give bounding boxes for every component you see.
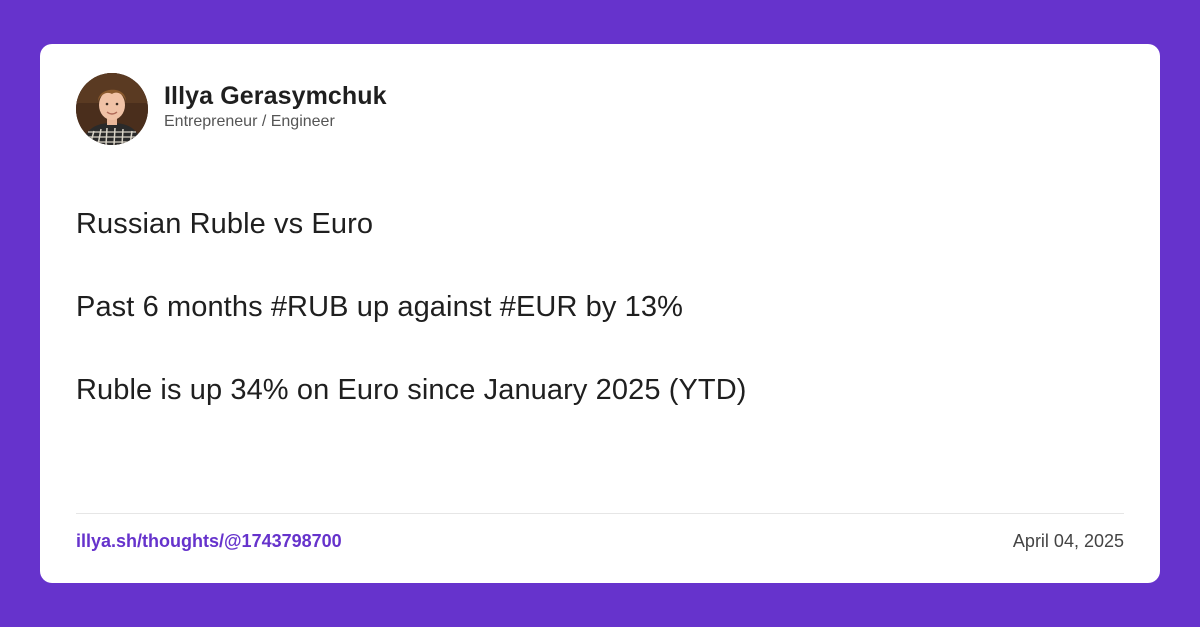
post-line: Ruble is up 34% on Euro since January 20… [76,374,747,406]
avatar [76,73,148,145]
author-header: Illya Gerasymchuk Entrepreneur / Enginee… [76,73,387,145]
post-permalink[interactable]: illya.sh/thoughts/@1743798700 [76,530,342,552]
post-body: Russian Ruble vs Euro Past 6 months #RUB… [76,206,1116,455]
post-card: Illya Gerasymchuk Entrepreneur / Enginee… [40,44,1160,583]
avatar-photo-icon [76,73,148,145]
footer-divider [76,513,1124,514]
post-title: Russian Ruble vs Euro [76,208,374,240]
post-date: April 04, 2025 [1012,531,1124,551]
post-line: Past 6 months #RUB up against #EUR by 13… [76,291,683,323]
author-info: Illya Gerasymchuk Entrepreneur / Enginee… [164,81,387,132]
author-name: Illya Gerasymchuk [164,81,387,110]
author-role: Entrepreneur / Engineer [164,112,335,130]
